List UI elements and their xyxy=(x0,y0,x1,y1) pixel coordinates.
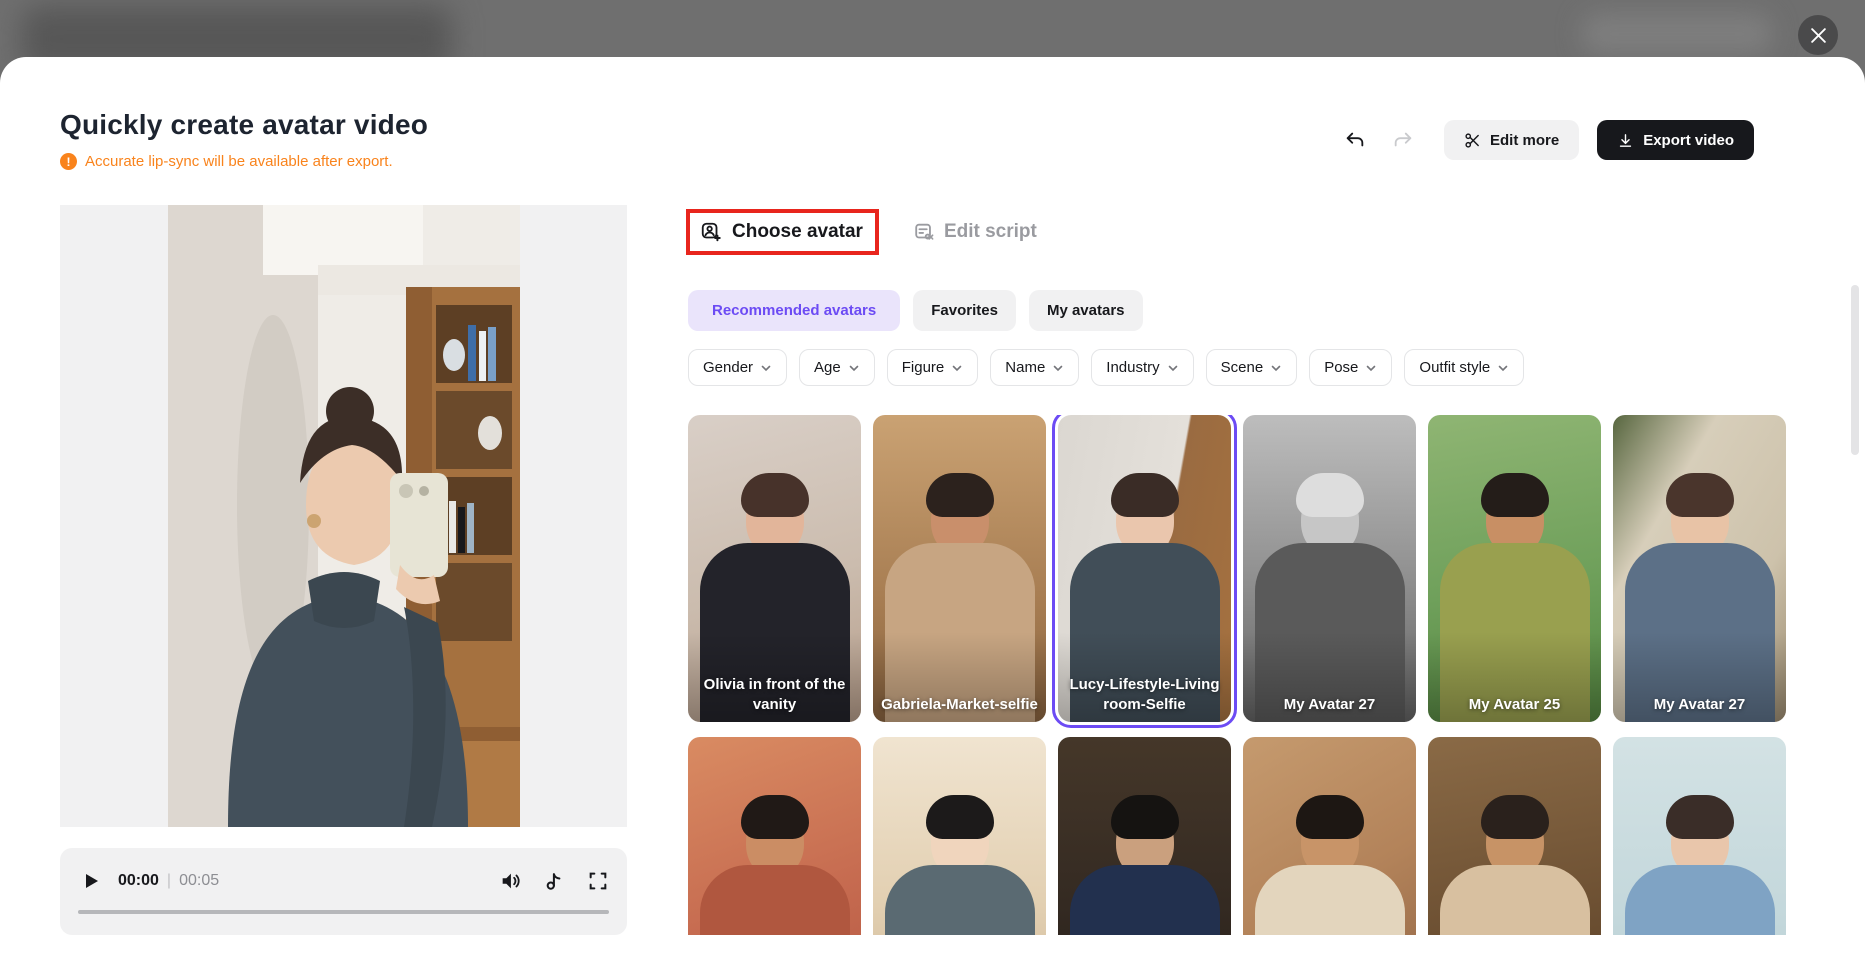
progress-bar[interactable] xyxy=(78,910,609,914)
vertical-scrollbar[interactable] xyxy=(1851,285,1859,455)
avatar-card[interactable] xyxy=(1428,737,1601,935)
chevron-down-icon xyxy=(952,365,962,371)
step-row: Choose avatar Edit script xyxy=(686,209,1037,255)
filter-outfit-style-label: Outfit style xyxy=(1419,359,1491,376)
download-icon xyxy=(1620,133,1632,147)
time-separator: | xyxy=(166,872,172,889)
preview-selfie-illustration xyxy=(167,205,520,827)
filter-row: Gender Age Figure Name Industry Scene Po… xyxy=(688,349,1525,386)
filter-age-label: Age xyxy=(814,359,841,376)
filter-gender-label: Gender xyxy=(703,359,754,376)
edit-script-step[interactable]: Edit script xyxy=(913,221,1037,243)
filter-figure-label: Figure xyxy=(901,359,945,376)
avatar-name: Gabriela-Market-selfie xyxy=(881,695,1038,713)
current-time: 00:00 xyxy=(118,872,159,889)
avatar-card[interactable] xyxy=(688,737,861,935)
filter-pose[interactable]: Pose xyxy=(1309,349,1393,386)
avatar-grid-viewport: Olivia in front of the vanity Gabriela-M… xyxy=(688,415,1798,935)
avatar-card[interactable] xyxy=(1243,737,1416,935)
avatar-card[interactable]: Olivia in front of the vanity xyxy=(688,415,861,722)
filter-gender[interactable]: Gender xyxy=(688,349,788,386)
avatar-name: My Avatar 25 xyxy=(1468,695,1561,713)
avatar-thumbnail xyxy=(1058,737,1231,935)
filter-industry[interactable]: Industry xyxy=(1091,349,1194,386)
filter-age[interactable]: Age xyxy=(799,349,875,386)
filter-name[interactable]: Name xyxy=(990,349,1080,386)
undo-icon[interactable] xyxy=(1340,125,1370,155)
header-actions: Edit more Export video xyxy=(1340,120,1755,160)
notice-text: Accurate lip-sync will be available afte… xyxy=(85,153,393,170)
fullscreen-icon[interactable] xyxy=(587,870,609,892)
avatar-thumbnail xyxy=(873,737,1046,935)
tab-favorites[interactable]: Favorites xyxy=(913,290,1016,331)
choose-avatar-label: Choose avatar xyxy=(732,221,863,242)
edit-script-label: Edit script xyxy=(943,221,1037,242)
avatar-thumbnail xyxy=(1428,737,1601,935)
video-player-bar: 00:00 | 00:05 xyxy=(60,848,627,935)
avatar-name: Olivia in front of the vanity xyxy=(703,676,846,713)
avatar-name: My Avatar 27 xyxy=(1653,695,1746,713)
close-icon[interactable] xyxy=(1798,15,1838,55)
export-video-button[interactable]: Export video xyxy=(1597,120,1755,160)
avatar-name: My Avatar 27 xyxy=(1283,695,1376,713)
lip-sync-notice: ! Accurate lip-sync will be available af… xyxy=(60,153,393,170)
tab-my-avatars[interactable]: My avatars xyxy=(1028,290,1143,331)
avatar-name: Lucy-Lifestyle-Living room-Selfie xyxy=(1069,676,1220,713)
chevron-down-icon xyxy=(849,365,859,371)
avatar-card[interactable]: My Avatar 27 xyxy=(1613,415,1786,722)
chevron-down-icon xyxy=(1168,365,1177,371)
scissors-icon xyxy=(1465,132,1479,148)
edit-more-label: Edit more xyxy=(1490,131,1560,149)
script-edit-icon xyxy=(915,223,934,240)
time-display: 00:00 | 00:05 xyxy=(118,872,219,890)
choose-avatar-step[interactable]: Choose avatar xyxy=(686,209,879,255)
chevron-down-icon xyxy=(761,365,771,371)
avatar-card[interactable]: My Avatar 27 xyxy=(1243,415,1416,722)
avatar-add-icon xyxy=(701,222,721,242)
warning-icon: ! xyxy=(60,153,77,170)
avatar-tabs: Recommended avatars Favorites My avatars xyxy=(688,290,1143,331)
tiktok-note-icon[interactable] xyxy=(543,870,565,892)
avatar-grid: Olivia in front of the vanity Gabriela-M… xyxy=(688,415,1798,935)
chevron-down-icon xyxy=(1367,365,1376,371)
edit-more-button[interactable]: Edit more xyxy=(1444,120,1580,160)
video-preview-frame xyxy=(167,205,520,827)
filter-pose-label: Pose xyxy=(1324,359,1359,376)
chevron-down-icon xyxy=(1498,365,1508,371)
redo-icon[interactable] xyxy=(1388,125,1418,155)
blurred-background-buttons xyxy=(1582,14,1772,54)
avatar-card[interactable] xyxy=(873,737,1046,935)
export-video-label: Export video xyxy=(1643,131,1735,149)
filter-scene[interactable]: Scene xyxy=(1205,349,1298,386)
avatar-card-selected[interactable]: Lucy-Lifestyle-Living room-Selfie xyxy=(1052,415,1237,728)
avatar-thumbnail xyxy=(1243,737,1416,935)
filter-outfit-style[interactable]: Outfit style xyxy=(1404,349,1525,386)
volume-icon[interactable] xyxy=(499,870,521,892)
avatar-thumbnail xyxy=(1613,737,1786,935)
filter-scene-label: Scene xyxy=(1220,359,1264,376)
avatar-thumbnail xyxy=(688,737,861,935)
filter-industry-label: Industry xyxy=(1106,359,1160,376)
create-avatar-video-modal: Quickly create avatar video ! Accurate l… xyxy=(0,57,1865,969)
chevron-down-icon xyxy=(1271,365,1281,371)
avatar-card[interactable]: Gabriela-Market-selfie xyxy=(873,415,1046,722)
avatar-card[interactable] xyxy=(1613,737,1786,935)
chevron-down-icon xyxy=(1053,365,1063,371)
tab-recommended-avatars[interactable]: Recommended avatars xyxy=(688,290,901,331)
avatar-card[interactable] xyxy=(1058,737,1231,935)
avatar-card[interactable]: My Avatar 25 xyxy=(1428,415,1601,722)
filter-figure[interactable]: Figure xyxy=(886,349,979,386)
video-preview-stage xyxy=(60,205,627,827)
total-duration: 00:05 xyxy=(179,872,220,889)
play-icon[interactable] xyxy=(78,868,104,894)
page-title: Quickly create avatar video xyxy=(60,109,429,140)
filter-name-label: Name xyxy=(1005,359,1046,376)
